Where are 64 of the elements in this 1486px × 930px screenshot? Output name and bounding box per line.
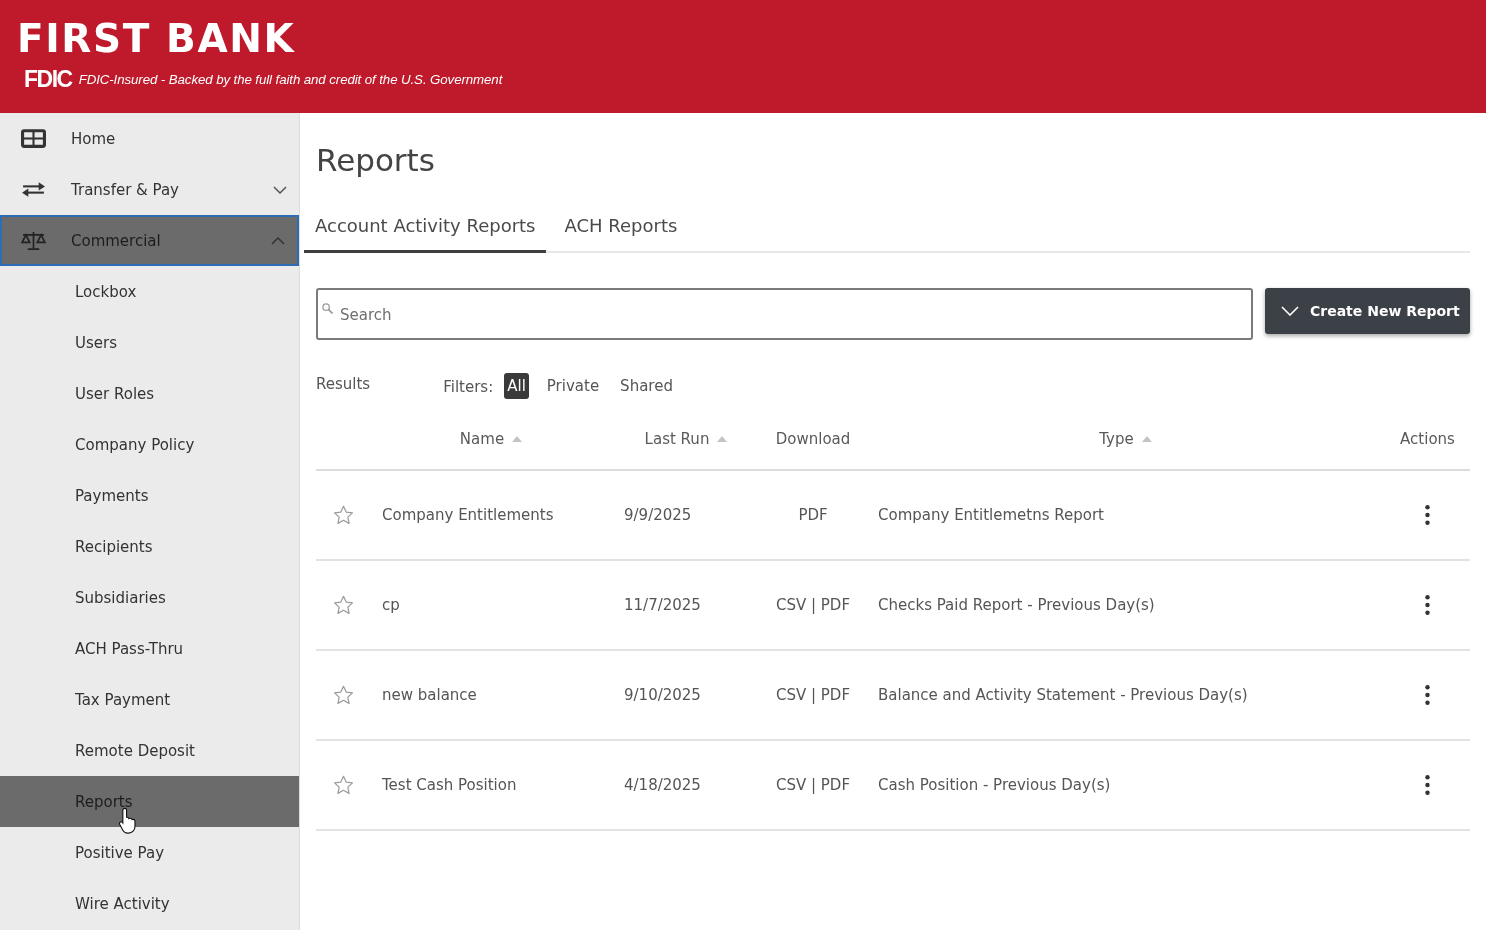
swap-arrows-icon	[21, 180, 46, 199]
nav-subitem[interactable]: Wire Activity	[0, 878, 299, 929]
nav-subitem[interactable]: Payments	[0, 470, 299, 521]
grid-icon	[21, 129, 46, 148]
fdic-notice: FDIC-Insured - Backed by the full faith and credit of the U.S. Government	[78, 71, 503, 87]
sort-up-icon	[717, 435, 728, 442]
star-icon[interactable]	[332, 595, 354, 615]
last-run-cell: 9/9/2025	[624, 506, 692, 524]
report-type-cell: Checks Paid Report - Previous Day(s)	[878, 596, 1155, 614]
sort-up-icon	[1141, 435, 1152, 442]
report-name-cell: cp	[382, 596, 400, 614]
report-name-cell: Company Entitlements	[382, 506, 554, 524]
nav-subitem[interactable]: Positive Pay	[0, 827, 299, 878]
filter-option[interactable]: Private	[543, 373, 603, 399]
last-run-cell: 9/10/2025	[624, 686, 701, 704]
kebab-menu-icon[interactable]	[1425, 775, 1430, 795]
nav-subitem[interactable]: Lockbox	[0, 266, 299, 317]
last-run-cell: 11/7/2025	[624, 596, 701, 614]
download-cell: CSV | PDF	[775, 596, 851, 614]
star-icon[interactable]	[332, 775, 354, 795]
star-icon[interactable]	[332, 505, 354, 525]
report-type-cell: Balance and Activity Statement - Previous Day(s)	[878, 686, 1248, 704]
create-new-report-button[interactable]: Create New Report	[1265, 288, 1470, 334]
filters-label: Filters:	[443, 378, 494, 396]
tab[interactable]: ACH Reports	[553, 203, 689, 253]
kebab-menu-icon[interactable]	[1425, 595, 1430, 615]
column-header[interactable]: Type	[1099, 429, 1152, 448]
column-header: Download	[775, 429, 851, 448]
nav-subitem[interactable]: Users	[0, 317, 299, 368]
kebab-menu-icon[interactable]	[1425, 685, 1430, 705]
filter-option[interactable]: All	[504, 373, 529, 399]
nav-subitem[interactable]: Company Policy	[0, 419, 299, 470]
nav-subitem[interactable]: Remote Deposit	[0, 725, 299, 776]
results-label: Results	[316, 375, 371, 393]
sort-up-icon	[512, 435, 523, 442]
nav-subitem[interactable]: Subsidiaries	[0, 572, 299, 623]
report-type-cell: Company Entitlemetns Report	[878, 506, 1104, 524]
nav-subitem[interactable]: Recipients	[0, 521, 299, 572]
column-header[interactable]: Last Run	[644, 429, 728, 448]
nav-item[interactable]: Home	[0, 113, 299, 164]
download-cell: CSV | PDF	[775, 686, 851, 704]
fdic-logo: FDIC	[24, 66, 72, 92]
page-title: Reports	[316, 141, 435, 180]
column-header[interactable]: Name	[459, 429, 523, 448]
scales-icon	[21, 231, 46, 250]
report-type-cell: Cash Position - Previous Day(s)	[878, 776, 1111, 794]
nav-item[interactable]: Transfer & Pay	[0, 164, 299, 215]
kebab-menu-icon[interactable]	[1425, 505, 1430, 525]
nav-subitem[interactable]: ACH Pass-Thru	[0, 623, 299, 674]
search-field[interactable]: Search	[316, 288, 1253, 340]
filter-option[interactable]: Shared	[617, 373, 676, 399]
nav-subitem[interactable]: Tax Payment	[0, 674, 299, 725]
search-icon	[322, 303, 333, 314]
column-header: Actions	[1400, 429, 1455, 448]
chevron-down-icon	[1281, 306, 1299, 316]
download-cell: CSV | PDF	[775, 776, 851, 794]
tab[interactable]: Account Activity Reports	[304, 203, 547, 253]
report-name-cell: Test Cash Position	[382, 776, 517, 794]
download-cell: PDF	[798, 506, 828, 524]
last-run-cell: 4/18/2025	[624, 776, 701, 794]
star-icon[interactable]	[332, 685, 354, 705]
bank-logo: FIRST BANK	[17, 18, 296, 60]
report-name-cell: new balance	[382, 686, 477, 704]
nav-subitem[interactable]: User Roles	[0, 368, 299, 419]
